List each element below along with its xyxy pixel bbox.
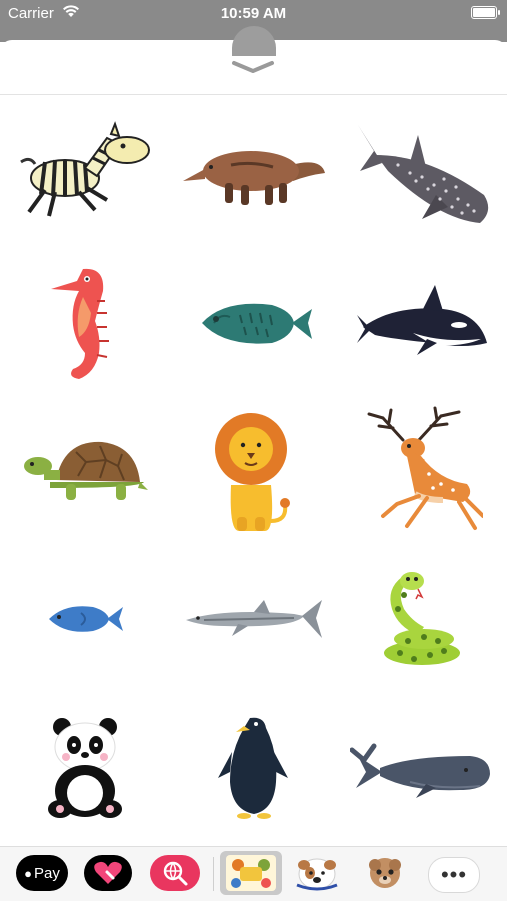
drawer-separator (213, 857, 214, 891)
sticker-lion[interactable] (169, 396, 338, 546)
orca-icon (356, 285, 487, 355)
poodle-stickers-button[interactable] (362, 855, 408, 891)
sticker-tortoise[interactable] (0, 396, 169, 546)
panda-icon (47, 717, 122, 818)
poodle-icon (369, 858, 401, 888)
barracuda-icon (185, 600, 322, 638)
sticker-seahorse[interactable] (0, 248, 169, 398)
apple-pay-label: Pay (34, 864, 60, 882)
apple-logo-icon: ● (24, 865, 32, 881)
sperm-whale-icon (350, 743, 490, 798)
zebra-icon (19, 121, 150, 217)
tortoise-icon (23, 441, 148, 500)
bulldog-icon (296, 858, 338, 891)
more-icon: ••• (440, 862, 468, 887)
bulldog-stickers-button[interactable] (292, 855, 342, 891)
blue-fish-icon (48, 606, 123, 632)
sticker-orca[interactable] (338, 248, 507, 398)
sticker-sperm-whale[interactable] (338, 692, 507, 842)
globe-search-icon (163, 861, 188, 886)
sticker-whale-shark[interactable] (338, 100, 507, 250)
app-drawer: ● Pay ••• (0, 846, 507, 901)
penguin-icon (217, 717, 288, 819)
battery-icon (471, 6, 500, 19)
chevron-down-icon (232, 61, 274, 73)
whale-shark-icon (357, 125, 488, 223)
digital-touch-button[interactable] (84, 855, 132, 891)
anteater-icon (183, 151, 325, 205)
sticker-barracuda[interactable] (169, 544, 338, 694)
sticker-grid (0, 100, 507, 840)
more-apps-button[interactable]: ••• (428, 857, 480, 893)
sticker-penguin[interactable] (169, 692, 338, 842)
animal-stickers-button[interactable] (220, 851, 282, 895)
apple-pay-button[interactable]: ● Pay (16, 855, 68, 891)
status-time: 10:59 AM (220, 5, 287, 22)
sticker-deer[interactable] (338, 396, 507, 546)
deer-icon (367, 406, 483, 530)
collapse-button[interactable] (228, 56, 278, 78)
lion-icon (214, 412, 290, 531)
snake-icon (383, 572, 460, 665)
sticker-green-fish[interactable] (169, 248, 338, 398)
image-search-button[interactable] (150, 855, 200, 891)
animal-sticker-pack-icon (226, 855, 276, 891)
sticker-blue-fish[interactable] (0, 544, 169, 694)
sticker-panda[interactable] (0, 692, 169, 842)
sticker-zebra[interactable] (0, 100, 169, 250)
seahorse-icon (50, 268, 109, 379)
green-fish-icon (201, 303, 312, 344)
drawer-divider (0, 94, 507, 95)
heart-icon (94, 861, 122, 884)
sticker-snake[interactable] (338, 544, 507, 694)
sticker-anteater[interactable] (169, 100, 338, 250)
